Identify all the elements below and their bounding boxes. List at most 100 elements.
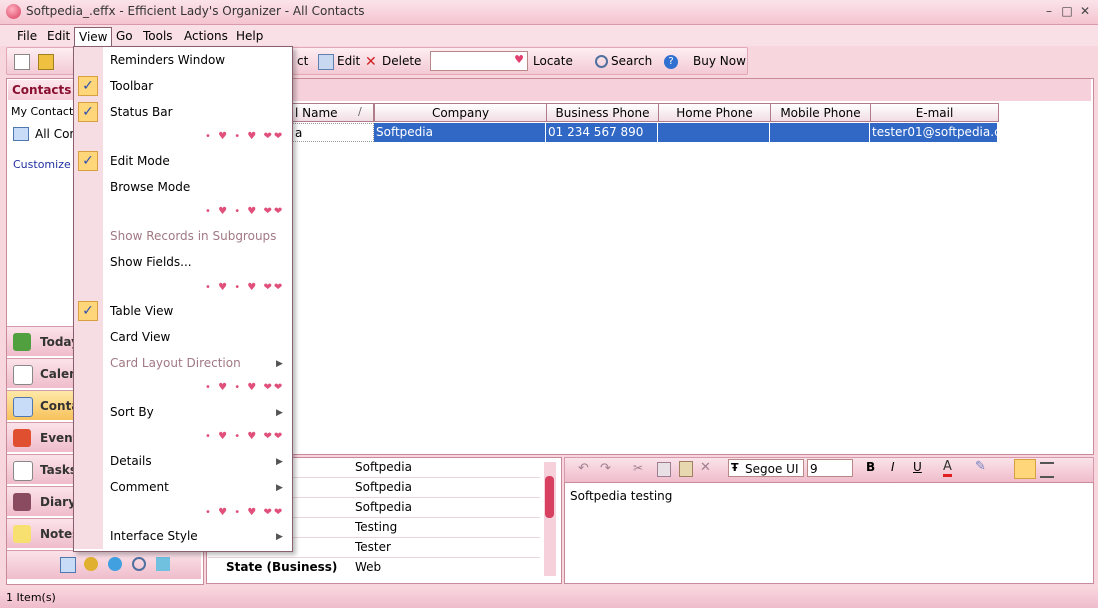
grid-cell-email[interactable]: tester01@softpedia.com	[870, 123, 998, 142]
find-icon[interactable]	[132, 557, 146, 571]
menu-item-status-bar[interactable]: Status Bar	[110, 101, 173, 123]
locate-input[interactable]: ♥	[430, 51, 528, 71]
grid-cell-mobile-phone[interactable]	[770, 123, 870, 142]
app-logo-icon[interactable]	[6, 4, 21, 19]
view-menu-dropdown	[73, 46, 293, 552]
help-icon[interactable]: ?	[664, 52, 681, 70]
submenu-arrow-icon: ▶	[276, 359, 283, 369]
window-title: Softpedia_.effx - Efficient Lady's Organ…	[26, 4, 365, 18]
grid-cell-home-phone[interactable]	[658, 123, 770, 142]
detail-value[interactable]: Testing	[355, 518, 397, 537]
all-contacts-folder[interactable]: All Con	[35, 127, 77, 141]
column-header-home-phone[interactable]: Home Phone	[658, 103, 771, 122]
new-document-icon[interactable]	[14, 52, 33, 70]
font-size-select[interactable]: 9	[807, 459, 853, 477]
buy-now-button[interactable]: Buy Now	[693, 52, 746, 70]
nav-footer-toolbar	[7, 550, 201, 579]
details-scrollbar-thumb[interactable]	[545, 476, 554, 518]
checkmark-icon: ✓	[78, 151, 98, 171]
detail-value[interactable]: Softpedia	[355, 458, 412, 477]
delete-icon: ✕	[365, 53, 377, 70]
heart-icon: ♥	[514, 53, 524, 66]
notes-text[interactable]: Softpedia testing	[570, 489, 672, 503]
tasks-icon	[13, 461, 33, 481]
font-type-icon: Ŧ	[731, 461, 739, 474]
edit-icon	[318, 53, 334, 70]
menu-item-table-view[interactable]: Table View	[110, 300, 173, 322]
menu-file[interactable]: File	[13, 27, 41, 45]
close-button[interactable]: ✕	[1076, 3, 1094, 19]
detail-value[interactable]: Softpedia	[355, 498, 412, 517]
menu-actions[interactable]: Actions	[180, 27, 232, 45]
cut-icon[interactable]: ✂	[633, 461, 643, 475]
menu-item-show-records-in-subgroups: Show Records in Subgroups	[110, 229, 277, 243]
detail-value[interactable]: Softpedia	[355, 478, 412, 497]
italic-button[interactable]: I	[891, 460, 895, 474]
column-header-company[interactable]: Company	[374, 103, 547, 122]
menu-item-toolbar[interactable]: Toolbar	[110, 75, 153, 97]
column-header-email[interactable]: E-mail	[870, 103, 999, 122]
column-header-business-phone[interactable]: Business Phone	[546, 103, 659, 122]
submenu-arrow-icon: ▶	[276, 457, 283, 467]
grid-cell-business-phone[interactable]: 01 234 567 890	[546, 123, 658, 142]
status-bar	[0, 588, 1098, 608]
menu-tools[interactable]: Tools	[139, 27, 177, 45]
menu-separator: • ♥ • ♥ ❤❤	[205, 382, 285, 393]
bold-button[interactable]: B	[866, 460, 875, 474]
edit-button[interactable]: Edit	[318, 52, 360, 70]
menu-help[interactable]: Help	[232, 27, 267, 45]
column-header-mobile-phone[interactable]: Mobile Phone	[770, 103, 871, 122]
grid-cell-name[interactable]: a	[292, 123, 374, 142]
menu-separator: • ♥ • ♥ ❤❤	[205, 431, 285, 442]
copy-icon[interactable]	[657, 462, 671, 477]
menu-item-details[interactable]: Details	[110, 450, 152, 472]
minimize-button[interactable]: –	[1040, 3, 1058, 19]
detail-value[interactable]: Web	[355, 558, 381, 577]
font-select[interactable]: Segoe UI	[728, 459, 804, 477]
sync-icon[interactable]	[156, 557, 170, 571]
customize-link[interactable]: Customize C	[13, 158, 82, 171]
font-color-icon[interactable]: A	[943, 459, 952, 477]
open-icon[interactable]	[38, 52, 57, 70]
contacts-shortcut-icon[interactable]	[60, 557, 76, 573]
menu-edit[interactable]: Edit	[43, 27, 74, 45]
menu-go[interactable]: Go	[112, 27, 137, 45]
menu-item-show-fields[interactable]: Show Fields...	[110, 251, 192, 273]
grid-cell-company[interactable]: Softpedia	[374, 123, 546, 142]
submenu-arrow-icon: ▶	[276, 483, 283, 493]
notes-icon	[13, 525, 31, 543]
menu-separator: • ♥ • ♥ ❤❤	[205, 206, 285, 217]
menu-item-card-view[interactable]: Card View	[110, 326, 170, 348]
menu-view[interactable]: View	[74, 27, 113, 47]
locate-button[interactable]: Locate	[533, 52, 573, 70]
menu-item-reminders-window[interactable]: Reminders Window	[110, 49, 225, 71]
detail-label-state: State (Business)	[226, 560, 338, 574]
underline-button[interactable]: U	[913, 460, 922, 474]
contact-button[interactable]: ct	[297, 52, 308, 70]
menu-item-sort-by[interactable]: Sort By	[110, 401, 154, 423]
align-left-button[interactable]	[1014, 459, 1036, 479]
search-button[interactable]: Search	[595, 52, 652, 70]
paste-icon[interactable]	[679, 461, 693, 477]
key-icon[interactable]	[84, 557, 98, 571]
menu-item-browse-mode[interactable]: Browse Mode	[110, 176, 190, 198]
menu-item-interface-style[interactable]: Interface Style	[110, 525, 198, 547]
contacts-folder-icon	[13, 127, 29, 141]
undo-icon[interactable]: ↶	[578, 461, 589, 476]
menu-item-edit-mode[interactable]: Edit Mode	[110, 150, 170, 172]
search-icon	[595, 55, 608, 68]
sort-indicator-icon: ∕	[358, 105, 362, 118]
delete-button[interactable]: ✕ Delete	[365, 52, 421, 70]
menu-separator: • ♥ • ♥ ❤❤	[205, 507, 285, 518]
globe-icon[interactable]	[108, 557, 122, 571]
home-icon	[13, 333, 31, 351]
checkmark-icon: ✓	[78, 76, 98, 96]
clear-icon[interactable]: ✕	[700, 460, 711, 475]
maximize-button[interactable]: □	[1058, 3, 1076, 19]
highlight-icon[interactable]: ✎	[975, 459, 986, 474]
menu-item-comment[interactable]: Comment	[110, 476, 169, 498]
align-center-button[interactable]	[1040, 462, 1054, 478]
redo-icon[interactable]: ↷	[600, 461, 611, 476]
detail-value[interactable]: Tester	[355, 538, 391, 557]
menu-separator: • ♥ • ♥ ❤❤	[205, 282, 285, 293]
